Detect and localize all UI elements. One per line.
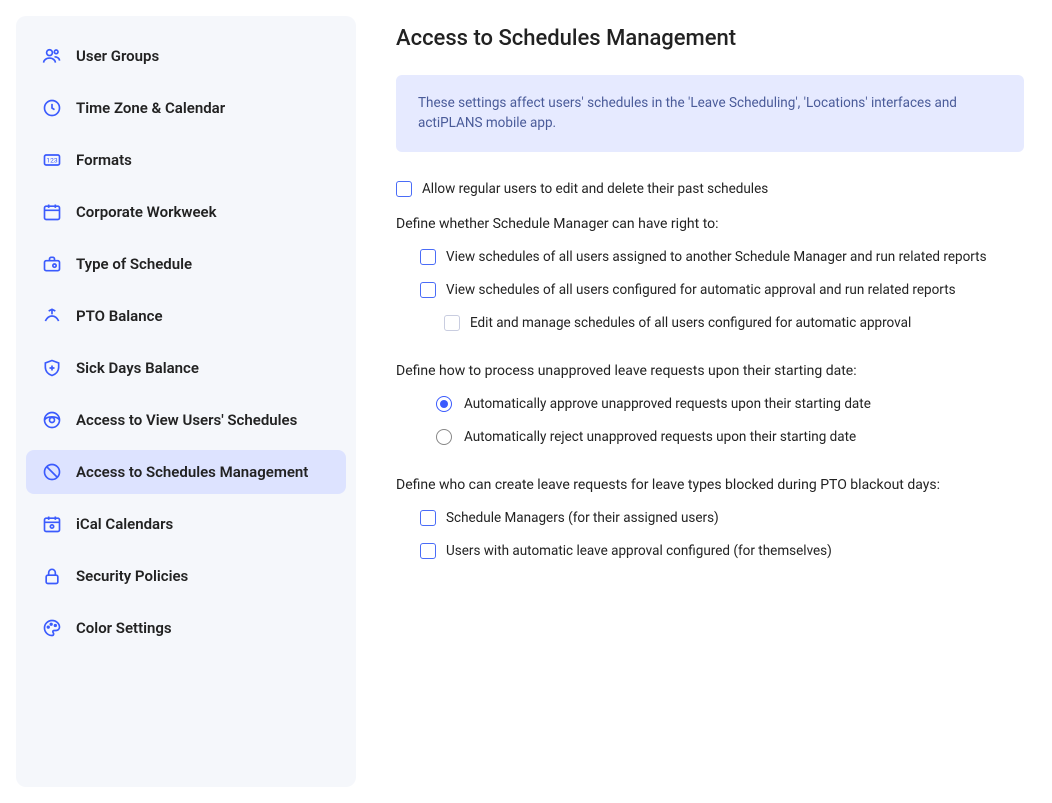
sidebar-item-label: Sick Days Balance bbox=[76, 359, 199, 377]
info-banner: These settings affect users' schedules i… bbox=[396, 75, 1024, 152]
sidebar-item-label: Corporate Workweek bbox=[76, 203, 217, 221]
sidebar-item-label: Access to View Users' Schedules bbox=[76, 411, 297, 429]
sidebar-item-label: Security Policies bbox=[76, 567, 188, 585]
checkbox-view-auto-approval[interactable] bbox=[420, 282, 436, 298]
checkbox-edit-auto-approval[interactable] bbox=[444, 315, 460, 331]
calendar-link-icon bbox=[42, 514, 62, 534]
section-heading: Define whether Schedule Manager can have… bbox=[396, 216, 1024, 232]
radio-label: Automatically reject unapproved requests… bbox=[464, 428, 856, 447]
sidebar-item-label: Type of Schedule bbox=[76, 255, 192, 273]
section-heading: Define how to process unapproved leave r… bbox=[396, 363, 1024, 379]
palette-icon bbox=[42, 618, 62, 638]
sidebar-item-formats[interactable]: 123 Formats bbox=[26, 138, 346, 182]
checkbox-label: View schedules of all users assigned to … bbox=[446, 248, 987, 267]
pto-icon bbox=[42, 306, 62, 326]
checkbox-label: Allow regular users to edit and delete t… bbox=[422, 180, 768, 199]
sidebar-item-label: Time Zone & Calendar bbox=[76, 99, 225, 117]
clock-icon bbox=[42, 98, 62, 118]
sidebar-item-color[interactable]: Color Settings bbox=[26, 606, 346, 650]
sidebar-item-user-groups[interactable]: User Groups bbox=[26, 34, 346, 78]
checkbox-label: Users with automatic leave approval conf… bbox=[446, 542, 832, 561]
svg-text:123: 123 bbox=[46, 157, 57, 165]
main-content: Access to Schedules Management These set… bbox=[356, 16, 1036, 787]
page-title: Access to Schedules Management bbox=[396, 26, 1024, 51]
radio-label: Automatically approve unapproved request… bbox=[464, 395, 871, 414]
sidebar-item-security[interactable]: Security Policies bbox=[26, 554, 346, 598]
sidebar-item-timezone[interactable]: Time Zone & Calendar bbox=[26, 86, 346, 130]
formats-icon: 123 bbox=[42, 150, 62, 170]
checkbox-label: Edit and manage schedules of all users c… bbox=[470, 314, 911, 333]
section-heading: Define who can create leave requests for… bbox=[396, 477, 1024, 493]
checkbox-label: View schedules of all users configured f… bbox=[446, 281, 956, 300]
sidebar-item-label: Color Settings bbox=[76, 619, 172, 637]
briefcase-icon bbox=[42, 254, 62, 274]
radio-auto-reject[interactable] bbox=[436, 429, 452, 445]
sidebar-item-label: User Groups bbox=[76, 47, 159, 65]
checkbox-blackout-managers[interactable] bbox=[420, 510, 436, 526]
sidebar-item-schedules-management[interactable]: Access to Schedules Management bbox=[26, 450, 346, 494]
checkbox-blackout-auto-users[interactable] bbox=[420, 543, 436, 559]
sidebar-item-sick[interactable]: Sick Days Balance bbox=[26, 346, 346, 390]
sidebar-item-label: iCal Calendars bbox=[76, 515, 173, 533]
radio-auto-approve[interactable] bbox=[436, 396, 452, 412]
lock-icon bbox=[42, 566, 62, 586]
sidebar-item-label: Formats bbox=[76, 151, 132, 169]
eye-globe-icon bbox=[42, 410, 62, 430]
sidebar-item-label: Access to Schedules Management bbox=[76, 463, 308, 481]
sidebar-item-label: PTO Balance bbox=[76, 307, 163, 325]
sidebar-item-schedule-type[interactable]: Type of Schedule bbox=[26, 242, 346, 286]
block-icon bbox=[42, 462, 62, 482]
sidebar-item-ical[interactable]: iCal Calendars bbox=[26, 502, 346, 546]
shield-plus-icon bbox=[42, 358, 62, 378]
calendar-icon bbox=[42, 202, 62, 222]
checkbox-allow-past[interactable] bbox=[396, 181, 412, 197]
checkbox-view-other-manager[interactable] bbox=[420, 249, 436, 265]
sidebar: User Groups Time Zone & Calendar 123 For… bbox=[16, 16, 356, 787]
checkbox-label: Schedule Managers (for their assigned us… bbox=[446, 509, 719, 528]
users-icon bbox=[42, 46, 62, 66]
sidebar-item-pto[interactable]: PTO Balance bbox=[26, 294, 346, 338]
sidebar-item-workweek[interactable]: Corporate Workweek bbox=[26, 190, 346, 234]
sidebar-item-view-schedules[interactable]: Access to View Users' Schedules bbox=[26, 398, 346, 442]
